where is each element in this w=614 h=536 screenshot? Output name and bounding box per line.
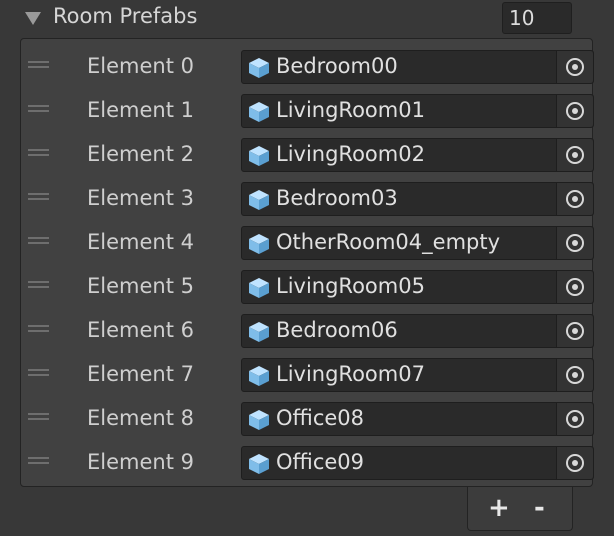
object-name: LivingRoom05 — [276, 274, 425, 298]
element-label: Element 0 — [87, 54, 194, 78]
prefab-cube-icon — [248, 57, 270, 79]
list-item: Element 8 Office08 — [21, 395, 594, 439]
array-size-field[interactable]: 10 — [502, 2, 572, 34]
object-picker-target-icon — [565, 365, 585, 385]
object-field[interactable]: LivingRoom07 — [241, 358, 594, 392]
drag-handle-icon[interactable] — [28, 413, 49, 421]
object-picker-target-icon — [565, 453, 585, 473]
object-picker-button[interactable] — [556, 359, 593, 391]
element-label: Element 8 — [87, 406, 194, 430]
object-field[interactable]: OtherRoom04_empty — [241, 226, 594, 260]
prefab-cube-icon — [248, 365, 270, 387]
drag-handle-icon[interactable] — [28, 237, 49, 245]
drag-handle-icon[interactable] — [28, 193, 49, 201]
object-field[interactable]: Office08 — [241, 402, 594, 436]
element-label: Element 7 — [87, 362, 194, 386]
list-item: Element 2 LivingRoom02 — [21, 131, 594, 175]
drag-handle-icon[interactable] — [28, 61, 49, 69]
object-picker-target-icon — [565, 145, 585, 165]
object-name: OtherRoom04_empty — [276, 230, 501, 254]
list-footer: + - — [467, 487, 573, 531]
object-name: LivingRoom02 — [276, 142, 425, 166]
list-item: Element 4 OtherRoom04_empty — [21, 219, 594, 263]
element-label: Element 9 — [87, 450, 194, 474]
prefab-cube-icon — [248, 101, 270, 123]
element-label: Element 3 — [87, 186, 194, 210]
drag-handle-icon[interactable] — [28, 457, 49, 465]
object-name: LivingRoom07 — [276, 362, 425, 386]
object-field[interactable]: Bedroom00 — [241, 50, 594, 84]
object-picker-button[interactable] — [556, 95, 593, 127]
object-field[interactable]: Bedroom03 — [241, 182, 594, 216]
object-name: Bedroom03 — [276, 186, 398, 210]
object-picker-target-icon — [565, 321, 585, 341]
object-field[interactable]: Bedroom06 — [241, 314, 594, 348]
prefab-cube-icon — [248, 233, 270, 255]
list-item: Element 5 LivingRoom05 — [21, 263, 594, 307]
prefab-cube-icon — [248, 453, 270, 475]
drag-handle-icon[interactable] — [28, 105, 49, 113]
foldout-arrow-icon[interactable] — [25, 12, 41, 25]
element-label: Element 2 — [87, 142, 194, 166]
object-name: Bedroom06 — [276, 318, 398, 342]
list-item: Element 1 LivingRoom01 — [21, 87, 594, 131]
object-name: Bedroom00 — [276, 54, 398, 78]
element-label: Element 4 — [87, 230, 194, 254]
room-prefabs-header[interactable]: Room Prefabs 10 — [0, 0, 614, 38]
list-item: Element 6 Bedroom06 — [21, 307, 594, 351]
object-picker-button[interactable] — [556, 403, 593, 435]
object-picker-target-icon — [565, 233, 585, 253]
object-picker-button[interactable] — [556, 227, 593, 259]
prefab-cube-icon — [248, 189, 270, 211]
object-field[interactable]: LivingRoom02 — [241, 138, 594, 172]
add-element-button[interactable]: + — [488, 495, 510, 521]
object-picker-button[interactable] — [556, 183, 593, 215]
object-picker-button[interactable] — [556, 447, 593, 479]
prefab-cube-icon — [248, 145, 270, 167]
list-item: Element 0 Bedroom00 — [21, 43, 594, 87]
list-item: Element 7 LivingRoom07 — [21, 351, 594, 395]
object-picker-button[interactable] — [556, 315, 593, 347]
object-picker-button[interactable] — [556, 271, 593, 303]
remove-element-button[interactable]: - — [534, 495, 545, 521]
drag-handle-icon[interactable] — [28, 325, 49, 333]
object-name: Office09 — [276, 450, 365, 474]
prefab-cube-icon — [248, 277, 270, 299]
room-prefabs-label: Room Prefabs — [53, 4, 198, 28]
element-label: Element 5 — [87, 274, 194, 298]
list-item: Element 3 Bedroom03 — [21, 175, 594, 219]
prefab-cube-icon — [248, 409, 270, 431]
list-item: Element 9 Office09 — [21, 439, 594, 483]
object-picker-target-icon — [565, 57, 585, 77]
object-picker-target-icon — [565, 409, 585, 429]
object-field[interactable]: Office09 — [241, 446, 594, 480]
object-picker-target-icon — [565, 101, 585, 121]
object-field[interactable]: LivingRoom05 — [241, 270, 594, 304]
drag-handle-icon[interactable] — [28, 369, 49, 377]
object-picker-button[interactable] — [556, 51, 593, 83]
drag-handle-icon[interactable] — [28, 281, 49, 289]
object-picker-target-icon — [565, 277, 585, 297]
object-picker-button[interactable] — [556, 139, 593, 171]
drag-handle-icon[interactable] — [28, 149, 49, 157]
prefab-cube-icon — [248, 321, 270, 343]
element-label: Element 6 — [87, 318, 194, 342]
element-label: Element 1 — [87, 98, 194, 122]
object-name: Office08 — [276, 406, 365, 430]
object-picker-target-icon — [565, 189, 585, 209]
room-prefabs-list: Element 0 Bedroom00 Element 1 LivingRoom01 E… — [20, 38, 594, 487]
object-field[interactable]: LivingRoom01 — [241, 94, 594, 128]
object-name: LivingRoom01 — [276, 98, 425, 122]
